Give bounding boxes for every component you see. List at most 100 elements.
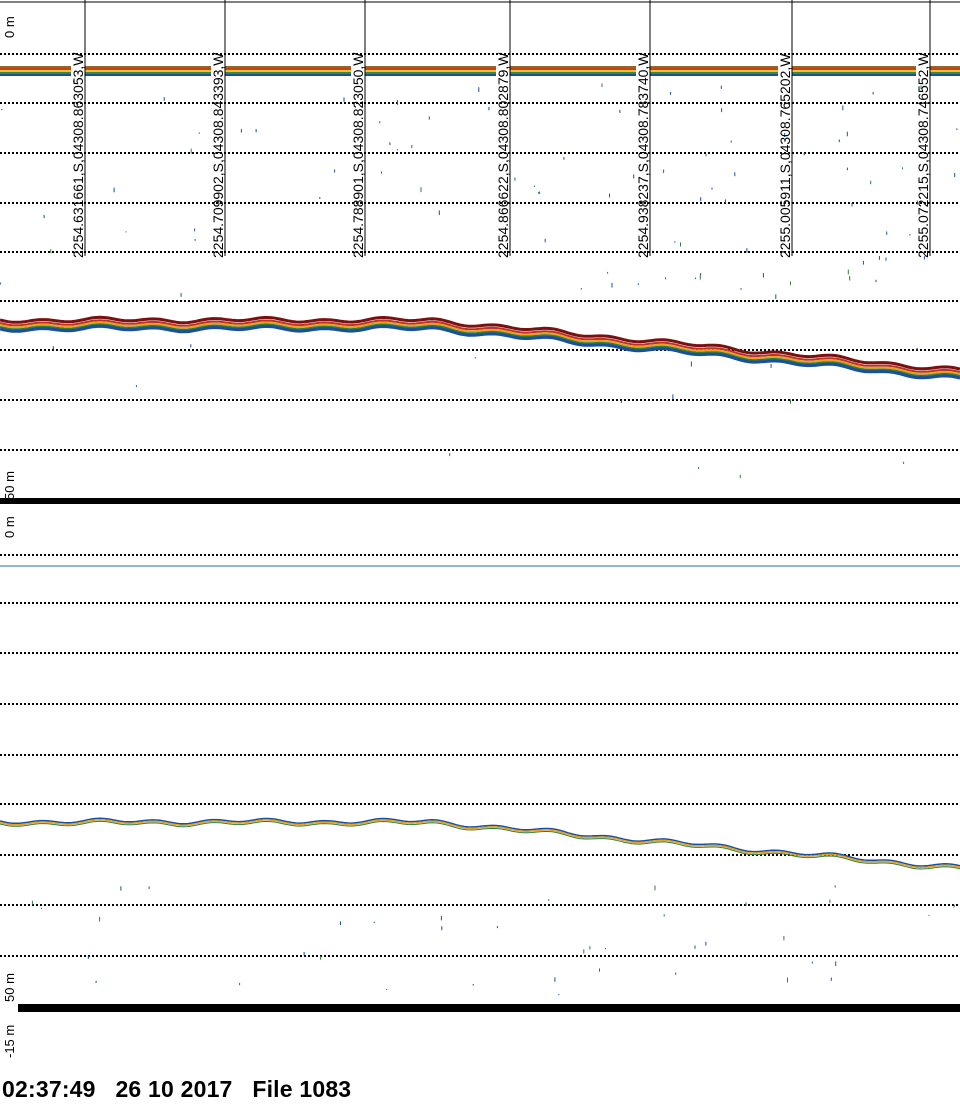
noise-speck bbox=[680, 242, 681, 247]
noise-speck bbox=[885, 257, 887, 261]
noise-speck bbox=[675, 972, 677, 975]
noise-speck bbox=[544, 238, 546, 243]
noise-speck bbox=[609, 193, 610, 198]
noise-speck bbox=[340, 921, 341, 925]
noise-speck bbox=[620, 400, 622, 403]
gps-marker-group: 2254.631661,S,04308.863053,W 2254.709902,… bbox=[0, 0, 960, 258]
noise-speck bbox=[583, 949, 585, 954]
upper-depth-top-label: 0 m bbox=[2, 16, 17, 38]
noise-speck bbox=[116, 904, 118, 907]
noise-speck bbox=[194, 228, 196, 232]
noise-speck bbox=[472, 984, 474, 986]
surface-stripe bbox=[792, 70, 916, 72]
noise-speck bbox=[811, 961, 813, 964]
lower-echogram-panel: 0 m 50 m -15 m bbox=[0, 516, 960, 1058]
noise-speck bbox=[538, 191, 540, 194]
noise-speck bbox=[849, 275, 851, 281]
noise-speck bbox=[389, 142, 391, 146]
noise-speck bbox=[734, 172, 736, 177]
noise-speck bbox=[872, 92, 874, 95]
noise-speck bbox=[762, 273, 764, 278]
noise-speck bbox=[903, 461, 905, 464]
upper-surface-band bbox=[0, 66, 960, 76]
noise-speck bbox=[790, 399, 791, 404]
lower-depth-top-label: 0 m bbox=[2, 516, 17, 538]
noise-speck bbox=[611, 282, 613, 288]
noise-speck bbox=[563, 157, 565, 160]
noise-speck bbox=[711, 187, 713, 190]
noise-speck bbox=[343, 97, 345, 102]
noise-speck bbox=[698, 467, 699, 469]
surface-stripe bbox=[930, 68, 960, 70]
noise-speck bbox=[842, 105, 844, 111]
noise-speck bbox=[775, 294, 777, 300]
gps-marker-label: 2255.072215,S,04308.746552,W bbox=[915, 52, 931, 258]
noise-speck bbox=[740, 288, 742, 290]
lower-depth-gridlines bbox=[0, 554, 960, 957]
noise-speck bbox=[954, 173, 956, 178]
surface-stripe bbox=[510, 66, 636, 68]
gps-marker-label: 2254.788901,S,04308.823050,W bbox=[350, 52, 366, 258]
noise-speck bbox=[135, 385, 137, 388]
noise-speck bbox=[396, 149, 398, 151]
noise-speck bbox=[396, 100, 398, 105]
noise-speck bbox=[886, 231, 888, 235]
noise-speck bbox=[846, 167, 848, 171]
noise-speck bbox=[851, 202, 853, 207]
surface-stripe bbox=[0, 66, 71, 68]
noise-speck bbox=[52, 346, 54, 350]
noise-speck bbox=[783, 936, 785, 941]
surface-stripe bbox=[650, 70, 778, 72]
gps-marker-label: 2254.709902,S,04308.843393,W bbox=[210, 52, 226, 258]
echogram-display: 2254.631661,S,04308.863053,W 2254.709902,… bbox=[0, 0, 960, 1058]
noise-speck bbox=[916, 347, 918, 350]
gps-marker-label: 2254.938237,S,04308.783740,W bbox=[635, 52, 651, 258]
noise-speck bbox=[690, 361, 692, 367]
noise-speck bbox=[619, 109, 621, 113]
surface-stripe bbox=[85, 68, 211, 70]
upper-seabed-echo bbox=[0, 315, 960, 380]
noise-speck bbox=[428, 116, 430, 120]
noise-speck bbox=[830, 977, 832, 981]
noise-speck bbox=[474, 357, 476, 359]
noise-speck bbox=[40, 907, 42, 909]
upper-water-column-noise bbox=[0, 80, 958, 479]
noise-speck bbox=[607, 271, 609, 274]
surface-stripe bbox=[650, 68, 778, 70]
noise-speck bbox=[953, 904, 955, 908]
noise-speck bbox=[730, 140, 732, 143]
noise-speck bbox=[240, 129, 242, 133]
noise-speck bbox=[654, 885, 656, 891]
noise-speck bbox=[700, 197, 702, 202]
surface-stripe bbox=[510, 74, 636, 76]
surface-stripe bbox=[510, 70, 636, 72]
footer-status-text: 02:37:49 26 10 2017 File 1083 bbox=[2, 1076, 352, 1102]
surface-stripe bbox=[0, 74, 71, 76]
noise-speck bbox=[803, 153, 805, 156]
surface-stripe bbox=[650, 72, 778, 74]
noise-speck bbox=[790, 281, 791, 286]
noise-speck bbox=[381, 171, 382, 174]
noise-speck bbox=[695, 277, 697, 280]
noise-speck bbox=[834, 885, 836, 888]
noise-speck bbox=[514, 177, 516, 181]
lower-water-column-noise bbox=[31, 885, 955, 996]
surface-stripe bbox=[792, 66, 916, 68]
noise-speck bbox=[694, 945, 696, 949]
noise-speck bbox=[539, 191, 541, 194]
noise-speck bbox=[724, 199, 726, 203]
noise-speck bbox=[488, 106, 490, 111]
noise-speck bbox=[379, 121, 381, 124]
upper-echogram-panel: 2254.631661,S,04308.863053,W 2254.709902,… bbox=[0, 0, 960, 504]
noise-speck bbox=[533, 185, 535, 187]
noise-speck bbox=[739, 474, 741, 479]
surface-stripe bbox=[225, 70, 351, 72]
noise-speck bbox=[319, 197, 321, 199]
noise-speck bbox=[163, 97, 165, 101]
noise-speck bbox=[928, 914, 930, 916]
noise-speck bbox=[721, 108, 723, 113]
surface-stripe bbox=[365, 74, 496, 76]
surface-stripe bbox=[650, 74, 778, 76]
gps-marker-label: 2254.631661,S,04308.863053,W bbox=[70, 52, 86, 258]
noise-speck bbox=[745, 902, 747, 906]
